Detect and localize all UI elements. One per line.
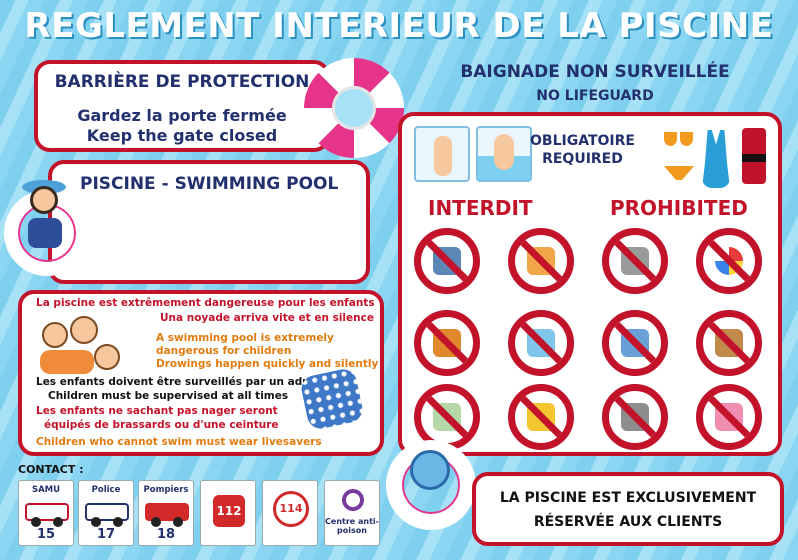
footbath-icon [476, 126, 532, 182]
danger-line-9: équipés de brassards ou d'une ceinture [44, 419, 279, 431]
no-lifeguard-subtitle: NO LIFEGUARD [536, 88, 654, 104]
emergency-114-icon: 114 [273, 491, 309, 527]
contact-samu-label: SAMU [31, 485, 61, 495]
contact-label: CONTACT : [18, 463, 84, 476]
danger-line-7: Children must be supervised at all times [48, 390, 289, 402]
page-title: REGLEMENT INTERIEUR DE LA PISCINE [24, 6, 774, 46]
pool-heading: PISCINE - SWIMMING POOL [80, 174, 339, 194]
no-jumping-icon [508, 310, 574, 376]
swimsuit-figure-icon [28, 218, 62, 248]
wheel-icon [173, 517, 183, 527]
barrier-card: BARRIÈRE DE PROTECTION Gardez la porte f… [34, 60, 330, 152]
no-ball-icon [696, 228, 762, 294]
children-illustration-icon [36, 316, 124, 382]
contact-pompiers[interactable]: Pompiers 18 [138, 480, 194, 546]
no-shoes-icon [602, 310, 668, 376]
shower-icon [414, 126, 470, 182]
no-running-icon [508, 228, 574, 294]
poison-center-icon [342, 489, 364, 511]
barrier-line-en: Keep the gate closed [86, 126, 278, 145]
contact-poison-label: Centre anti-poison [325, 517, 379, 535]
danger-line-8: Les enfants ne sachant pas nager seront [36, 405, 278, 417]
no-food-icon [414, 310, 480, 376]
contact-samu[interactable]: SAMU 15 [18, 480, 74, 546]
wheel-icon [53, 517, 63, 527]
no-smoking-icon [602, 228, 668, 294]
contact-pompiers-number: 18 [156, 527, 176, 542]
no-sharp-objects-icon [602, 384, 668, 450]
barrier-heading: BARRIÈRE DE PROTECTION [54, 72, 310, 92]
unsupervised-heading: BAIGNADE NON SURVEILLÉE [460, 62, 730, 82]
wheel-icon [151, 517, 161, 527]
danger-line-4: dangerous for children [156, 345, 292, 357]
swim-trunks-icon [742, 128, 766, 184]
exclusive-line-1: LA PISCINE EST EXCLUSIVEMENT [499, 490, 757, 506]
pool-card: PISCINE - SWIMMING POOL [48, 160, 370, 284]
child-swimmer-icon [410, 450, 450, 490]
danger-line-3: A swimming pool is extremely [156, 332, 334, 344]
contact-pompiers-label: Pompiers [143, 485, 189, 495]
contact-police-label: Police [91, 485, 121, 495]
emergency-112-icon: 112 [213, 495, 245, 527]
bikini-top-icon [664, 132, 694, 148]
prohibited-heading: PROHIBITED [610, 196, 748, 220]
contact-police[interactable]: Police 17 [78, 480, 134, 546]
exclusive-line-2: RÉSERVÉE AUX CLIENTS [533, 514, 723, 530]
danger-line-5: Drowings happen quickly and silently [156, 358, 379, 370]
danger-line-1: La piscine est extrêmement dangereuse po… [36, 297, 375, 309]
contact-police-number: 17 [96, 527, 116, 542]
no-diving-icon [414, 228, 480, 294]
barrier-line-fr: Gardez la porte fermée [77, 106, 287, 125]
contact-samu-number: 15 [36, 527, 56, 542]
exclusive-notice-card: LA PISCINE EST EXCLUSIVEMENT RÉSERVÉE AU… [472, 472, 784, 546]
wheel-icon [91, 517, 101, 527]
no-music-icon [696, 384, 762, 450]
wheel-icon [31, 517, 41, 527]
danger-line-10: Children who cannot swim must wear lives… [36, 436, 322, 448]
no-inflatables-icon [508, 384, 574, 450]
no-pets-icon [696, 310, 762, 376]
contact-114[interactable]: 114 [262, 480, 318, 546]
wheel-icon [113, 517, 123, 527]
interdit-heading: INTERDIT [428, 196, 533, 220]
contact-112[interactable]: 112 [200, 480, 256, 546]
lifebuoy-icon [304, 58, 404, 158]
required-label-fr: OBLIGATOIRE [530, 133, 635, 149]
required-label: OBLIGATOIRE REQUIRED [530, 132, 635, 168]
danger-line-2: Una noyade arriva vite et en silence [160, 312, 374, 324]
swimmer-head-icon [30, 186, 58, 214]
required-label-en: REQUIRED [542, 151, 623, 167]
contact-poison-center[interactable]: Centre anti-poison [324, 480, 380, 546]
